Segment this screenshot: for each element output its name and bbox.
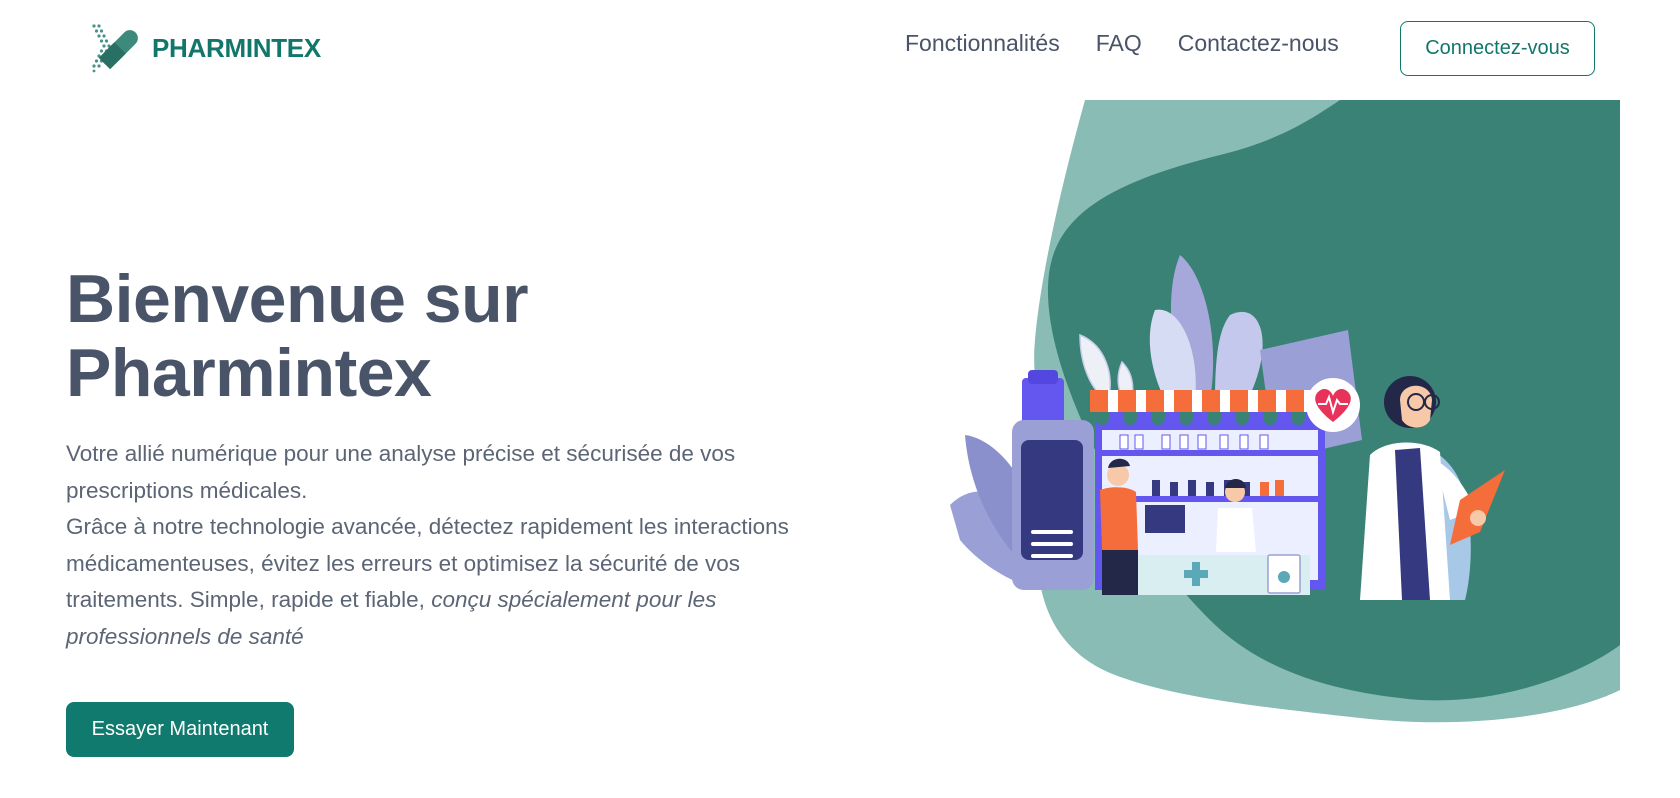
logo-text: PHARMINTEX [152, 32, 321, 63]
heartbeat-icon [1306, 378, 1360, 432]
nav-link-features[interactable]: Fonctionnalités [905, 30, 1060, 57]
try-now-button[interactable]: Essayer Maintenant [66, 702, 294, 757]
hero-title: Bienvenue sur Pharmintex [66, 262, 766, 410]
nav-link-faq[interactable]: FAQ [1096, 30, 1142, 57]
hero-title-line-2: Pharmintex [66, 335, 432, 411]
nav-link-contact[interactable]: Contactez-nous [1178, 30, 1339, 57]
hero-description: Votre allié numérique pour une analyse p… [66, 436, 826, 655]
hero-paragraph-1: Votre allié numérique pour une analyse p… [66, 441, 736, 503]
logo-link[interactable]: PHARMINTEX [90, 22, 321, 74]
landing-page: PHARMINTEX Fonctionnalités FAQ Contactez… [0, 0, 1680, 798]
pharmacy-booth [1090, 390, 1330, 595]
pharmacy-illustration [950, 100, 1620, 723]
hero-title-line-1: Bienvenue sur [66, 261, 529, 337]
site-header: PHARMINTEX Fonctionnalités FAQ Contactez… [0, 0, 1680, 100]
pharmintex-logo-icon [92, 24, 138, 73]
main-nav: Fonctionnalités FAQ Contactez-nous [905, 30, 1339, 57]
login-button[interactable]: Connectez-vous [1400, 21, 1595, 76]
